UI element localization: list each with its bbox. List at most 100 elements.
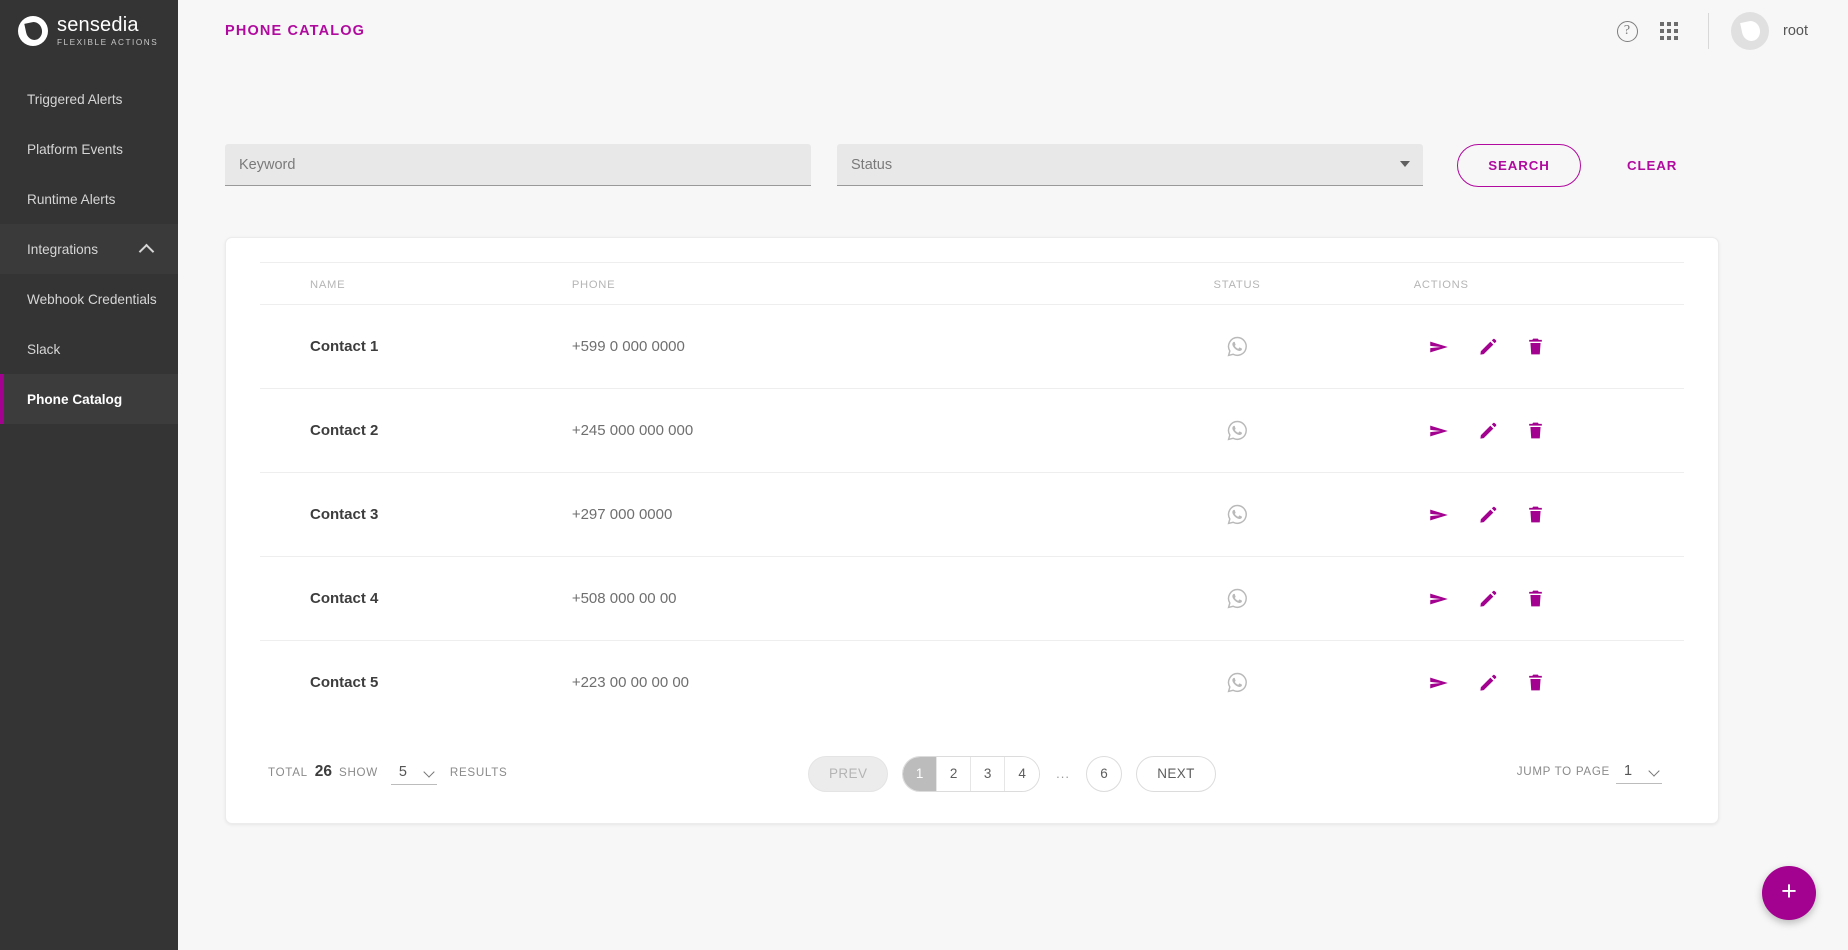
filter-bar: Status SEARCH CLEAR	[150, 62, 1848, 187]
table-head: NAME PHONE STATUS ACTIONS	[260, 263, 1684, 305]
chevron-down-icon	[1400, 161, 1410, 167]
cell-phone: +223 00 00 00 00	[572, 641, 1061, 725]
keyword-field[interactable]	[225, 144, 811, 186]
cell-status	[1060, 389, 1413, 473]
prev-page-button[interactable]: PREV	[808, 756, 888, 792]
add-contact-fab[interactable]: +	[1762, 866, 1816, 920]
sidebar-item-webhook-credentials[interactable]: Webhook Credentials	[0, 274, 178, 324]
main-panel: PHONE CATALOG ? root Stat	[150, 0, 1848, 950]
phone-catalog-card: NAME PHONE STATUS ACTIONS Contact 1 +599…	[225, 237, 1719, 824]
sidebar-item-phone-catalog[interactable]: Phone Catalog	[0, 374, 178, 424]
whatsapp-icon	[1226, 419, 1249, 442]
cell-actions	[1414, 305, 1684, 389]
sidebar-nav: Triggered Alerts Platform Events Runtime…	[0, 74, 178, 424]
sidebar-item-label: Platform Events	[27, 142, 123, 157]
chevron-down-icon	[423, 766, 434, 777]
sidebar-item-label: Webhook Credentials	[27, 292, 157, 307]
delete-icon[interactable]	[1526, 672, 1545, 693]
pagination-ellipsis: ...	[1054, 766, 1072, 781]
sidebar-item-triggered-alerts[interactable]: Triggered Alerts	[0, 74, 178, 124]
send-icon[interactable]	[1428, 504, 1450, 526]
whatsapp-icon	[1226, 335, 1249, 358]
send-icon[interactable]	[1428, 336, 1450, 358]
page-title: PHONE CATALOG	[225, 23, 365, 39]
cell-name: Contact 4	[260, 557, 572, 641]
edit-icon[interactable]	[1478, 337, 1498, 357]
table-body: Contact 1 +599 0 000 0000	[260, 305, 1684, 725]
whatsapp-icon	[1226, 503, 1249, 526]
sidebar-item-label: Triggered Alerts	[27, 92, 122, 107]
edit-icon[interactable]	[1478, 505, 1498, 525]
jump-to-page-select[interactable]: 1	[1616, 763, 1662, 784]
delete-icon[interactable]	[1526, 504, 1545, 525]
sidebar-item-runtime-alerts[interactable]: Runtime Alerts	[0, 174, 178, 224]
cell-phone: +297 000 0000	[572, 473, 1061, 557]
pagination: PREV 1 2 3 4 ... 6 NEXT	[808, 756, 1216, 792]
delete-icon[interactable]	[1526, 588, 1545, 609]
avatar[interactable]	[1731, 12, 1769, 50]
table-row: Contact 2 +245 000 000 000	[260, 389, 1684, 473]
brand-logo[interactable]: sensedia FLEXIBLE ACTIONS	[0, 0, 178, 62]
app-root: sensedia FLEXIBLE ACTIONS Triggered Aler…	[0, 0, 1848, 950]
cell-actions	[1414, 557, 1684, 641]
column-header-phone: PHONE	[572, 263, 1061, 305]
chevron-down-icon	[1648, 765, 1659, 776]
cell-actions	[1414, 641, 1684, 725]
search-button[interactable]: SEARCH	[1457, 144, 1581, 187]
phone-catalog-table: NAME PHONE STATUS ACTIONS Contact 1 +599…	[260, 262, 1684, 725]
sensedia-logo-icon	[18, 16, 48, 46]
status-select-value: Status	[851, 157, 1409, 173]
plus-icon: +	[1781, 878, 1797, 905]
page-number-group: 1 2 3 4	[902, 756, 1040, 792]
jump-to-page: JUMP TO PAGE 1	[1517, 763, 1676, 784]
cell-status	[1060, 305, 1413, 389]
send-icon[interactable]	[1428, 420, 1450, 442]
sidebar-item-label: Slack	[27, 342, 60, 357]
sidebar-item-label: Phone Catalog	[27, 392, 122, 407]
cell-name: Contact 2	[260, 389, 572, 473]
page-button-4[interactable]: 4	[1005, 757, 1039, 791]
chevron-up-icon	[139, 243, 155, 259]
send-icon[interactable]	[1428, 672, 1450, 694]
page-button-3[interactable]: 3	[971, 757, 1005, 791]
next-page-button[interactable]: NEXT	[1136, 756, 1216, 792]
cell-status	[1060, 473, 1413, 557]
page-button-1[interactable]: 1	[903, 757, 937, 791]
total-value: 26	[315, 763, 332, 781]
table-row: Contact 4 +508 000 00 00	[260, 557, 1684, 641]
cell-status	[1060, 557, 1413, 641]
delete-icon[interactable]	[1526, 336, 1545, 357]
table-row: Contact 3 +297 000 0000	[260, 473, 1684, 557]
send-icon[interactable]	[1428, 588, 1450, 610]
clear-button[interactable]: CLEAR	[1617, 144, 1687, 187]
jump-to-page-value: 1	[1624, 763, 1632, 779]
delete-icon[interactable]	[1526, 420, 1545, 441]
sidebar-group-integrations[interactable]: Integrations	[0, 224, 178, 274]
column-header-actions: ACTIONS	[1414, 263, 1684, 305]
cell-phone: +599 0 000 0000	[572, 305, 1061, 389]
brand-tagline: FLEXIBLE ACTIONS	[57, 39, 158, 47]
table-header-row: NAME PHONE STATUS ACTIONS	[260, 263, 1684, 305]
page-button-last[interactable]: 6	[1086, 756, 1122, 792]
topbar-actions: ? root	[1606, 10, 1808, 52]
status-field[interactable]: Status	[837, 144, 1423, 186]
whatsapp-icon	[1226, 587, 1249, 610]
results-label: RESULTS	[450, 766, 508, 779]
cell-name: Contact 1	[260, 305, 572, 389]
results-summary: TOTAL 26 SHOW 5 RESULTS	[268, 763, 507, 785]
page-size-select[interactable]: 5	[391, 764, 437, 785]
cell-actions	[1414, 389, 1684, 473]
apps-button[interactable]	[1648, 10, 1690, 52]
cell-status	[1060, 641, 1413, 725]
sidebar-item-slack[interactable]: Slack	[0, 324, 178, 374]
sidebar-item-label: Runtime Alerts	[27, 192, 115, 207]
edit-icon[interactable]	[1478, 421, 1498, 441]
edit-icon[interactable]	[1478, 673, 1498, 693]
help-button[interactable]: ?	[1606, 10, 1648, 52]
search-input[interactable]	[239, 157, 797, 173]
table-row: Contact 5 +223 00 00 00 00	[260, 641, 1684, 725]
page-button-2[interactable]: 2	[937, 757, 971, 791]
sidebar-item-platform-events[interactable]: Platform Events	[0, 124, 178, 174]
edit-icon[interactable]	[1478, 589, 1498, 609]
jump-to-page-label: JUMP TO PAGE	[1517, 765, 1610, 778]
